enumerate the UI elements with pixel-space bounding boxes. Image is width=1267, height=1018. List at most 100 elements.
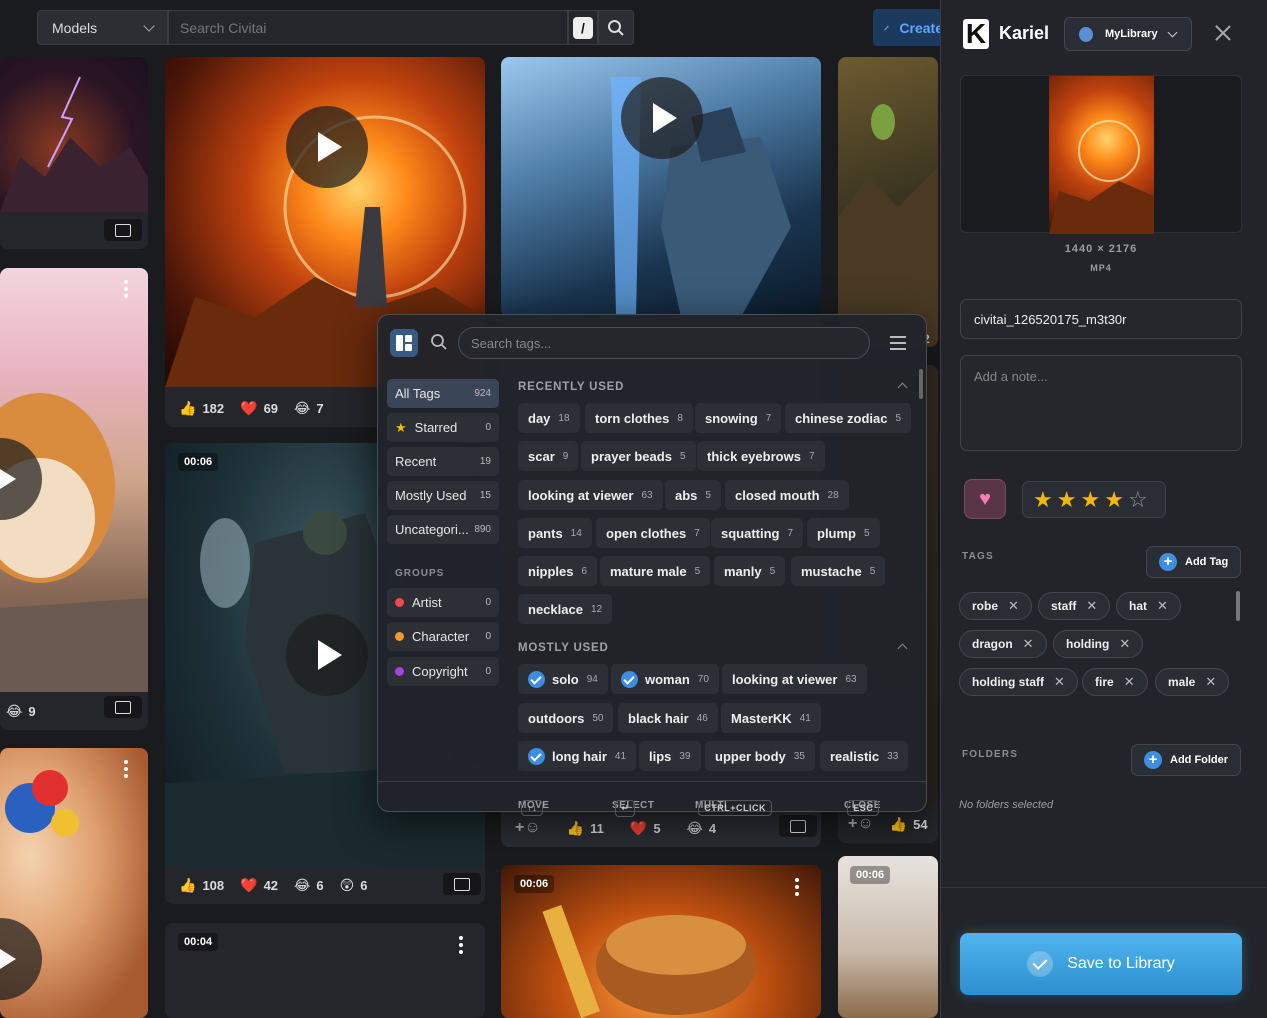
panel-tag-chip[interactable]: staff ✕ <box>1038 592 1111 620</box>
panel-tag-chip[interactable]: fire ✕ <box>1082 668 1148 696</box>
tag-chip[interactable]: thick eyebrows 7 <box>697 441 825 471</box>
play-button[interactable] <box>621 77 703 159</box>
tag-chip[interactable]: closed mouth 28 <box>725 480 849 510</box>
media-card[interactable] <box>0 57 148 249</box>
remove-tag-icon[interactable]: ✕ <box>1124 674 1135 690</box>
save-to-library-button[interactable]: Save to Library <box>960 933 1242 995</box>
tag-chip[interactable]: open clothes 7 <box>596 518 710 548</box>
star-icon[interactable]: ★ <box>1057 487 1077 513</box>
favorite-heart-button[interactable]: ♥ <box>964 479 1006 519</box>
laugh-reaction[interactable]: 😂 6 <box>294 877 324 894</box>
remove-tag-icon[interactable]: ✕ <box>1205 674 1216 690</box>
tag-chip[interactable]: black hair 46 <box>618 703 718 733</box>
tag-chip[interactable]: snowing 7 <box>695 403 782 433</box>
filename-input[interactable]: civitai_126520175_m3t30r <box>960 299 1242 339</box>
panel-tag-chip[interactable]: holding ✕ <box>1053 630 1144 658</box>
tag-chip[interactable]: squatting 7 <box>711 518 804 548</box>
scrollbar[interactable] <box>1236 591 1240 621</box>
models-dropdown[interactable]: Models <box>37 10 168 45</box>
panel-tag-chip[interactable]: male ✕ <box>1155 668 1230 696</box>
tag-chip[interactable]: chinese zodiac 5 <box>785 403 912 433</box>
group-item-copyright[interactable]: Copyright 0 <box>387 657 499 686</box>
tag-chip-selected[interactable]: solo 94 <box>518 664 608 694</box>
play-button[interactable] <box>286 614 368 696</box>
more-options-icon[interactable] <box>124 280 128 301</box>
star-icon[interactable]: ★ <box>1104 487 1124 513</box>
tag-chip-selected[interactable]: long hair 41 <box>518 741 637 771</box>
layout-toggle-icon[interactable] <box>390 329 418 357</box>
tag-chip[interactable]: scar 9 <box>518 441 579 471</box>
tag-chip[interactable]: mustache 5 <box>791 556 886 586</box>
remove-tag-icon[interactable]: ✕ <box>1023 636 1034 652</box>
more-options-icon[interactable] <box>459 936 463 957</box>
scrollbar[interactable] <box>919 369 923 399</box>
tag-chip-selected[interactable]: woman 70 <box>611 664 719 694</box>
like-reaction[interactable]: 👍 11 <box>567 820 604 837</box>
laugh-reaction[interactable]: 😂 9 <box>6 703 36 720</box>
tag-chip[interactable]: abs 5 <box>665 480 721 510</box>
add-tag-button[interactable]: + Add Tag <box>1146 546 1241 578</box>
star-outline-icon[interactable]: ☆ <box>1128 487 1148 513</box>
sidebar-item-uncategorized[interactable]: Uncategori... 890 <box>387 515 499 544</box>
tag-search-input[interactable]: Search tags... <box>458 327 870 359</box>
tag-chip[interactable]: upper body 35 <box>705 741 815 771</box>
tag-chip[interactable]: looking at viewer 63 <box>722 664 867 694</box>
media-card[interactable]: 😂 9 <box>0 268 148 730</box>
panel-tag-chip[interactable]: robe ✕ <box>959 592 1032 620</box>
tag-chip[interactable]: day 18 <box>518 403 580 433</box>
more-options-icon[interactable] <box>795 878 799 899</box>
like-reaction[interactable]: 👍 182 <box>179 400 224 417</box>
media-card[interactable]: 00:04 <box>165 923 485 1018</box>
tag-chip[interactable]: plump 5 <box>807 518 880 548</box>
chevron-up-icon[interactable] <box>897 382 908 393</box>
note-textarea[interactable]: Add a note... <box>960 355 1242 451</box>
panel-tag-chip[interactable]: hat ✕ <box>1116 592 1181 620</box>
heart-reaction[interactable]: ❤️ 5 <box>630 820 661 837</box>
laugh-reaction[interactable]: 😂 7 <box>294 400 324 417</box>
media-card[interactable]: 2 <box>838 57 938 347</box>
sidebar-item-recent[interactable]: Recent 19 <box>387 447 499 476</box>
remove-tag-icon[interactable]: ✕ <box>1119 636 1130 652</box>
add-folder-button[interactable]: + Add Folder <box>1131 744 1241 776</box>
media-card[interactable] <box>501 57 821 317</box>
sidebar-item-mostly-used[interactable]: Mostly Used 15 <box>387 481 499 510</box>
search-button[interactable] <box>598 10 634 45</box>
tag-chip[interactable]: nipples 6 <box>518 556 598 586</box>
media-card[interactable] <box>0 748 148 1018</box>
like-reaction[interactable]: 👍 108 <box>179 877 224 894</box>
tag-chip[interactable]: necklace 12 <box>518 594 613 624</box>
tag-chip[interactable]: outdoors 50 <box>518 703 614 733</box>
library-dropdown[interactable]: MyLibrary <box>1064 17 1192 51</box>
panel-tag-chip[interactable]: holding staff ✕ <box>959 668 1078 696</box>
laugh-reaction[interactable]: 😂 4 <box>687 820 717 837</box>
tag-chip[interactable]: looking at viewer 63 <box>518 480 663 510</box>
remove-tag-icon[interactable]: ✕ <box>1054 674 1065 690</box>
sidebar-item-all-tags[interactable]: All Tags 924 <box>387 379 499 408</box>
create-button[interactable]: Create <box>873 9 943 46</box>
add-reaction-icon[interactable]: +☺ <box>848 815 874 833</box>
add-reaction-icon[interactable]: +☺ <box>515 819 541 837</box>
tag-chip[interactable]: prayer beads 5 <box>581 441 696 471</box>
tag-chip[interactable]: pants 14 <box>518 518 592 548</box>
tag-chip[interactable]: mature male 5 <box>600 556 711 586</box>
media-card[interactable]: 00:06 <box>838 856 938 1018</box>
heart-reaction[interactable]: ❤️ 42 <box>240 877 278 894</box>
star-rating[interactable]: ★ ★ ★ ★ ☆ <box>1022 481 1166 518</box>
heart-reaction[interactable]: ❤️ 69 <box>240 400 278 417</box>
tag-chip[interactable]: torn clothes 8 <box>585 403 693 433</box>
remove-tag-icon[interactable]: ✕ <box>1008 598 1019 614</box>
tag-chip[interactable]: lips 39 <box>639 741 701 771</box>
close-icon[interactable] <box>1215 25 1231 41</box>
tag-chip[interactable]: MasterKK 41 <box>721 703 821 733</box>
star-icon[interactable]: ★ <box>1033 487 1053 513</box>
play-button[interactable] <box>286 106 368 188</box>
tag-chip[interactable]: manly 5 <box>714 556 786 586</box>
star-icon[interactable]: ★ <box>1080 487 1100 513</box>
tag-chip[interactable]: realistic 33 <box>820 741 909 771</box>
more-options-icon[interactable] <box>124 760 128 781</box>
media-card[interactable]: 00:06 <box>501 865 821 1018</box>
group-item-artist[interactable]: Artist 0 <box>387 588 499 617</box>
remove-tag-icon[interactable]: ✕ <box>1157 598 1168 614</box>
chevron-up-icon[interactable] <box>897 643 908 654</box>
group-item-character[interactable]: Character 0 <box>387 622 499 651</box>
